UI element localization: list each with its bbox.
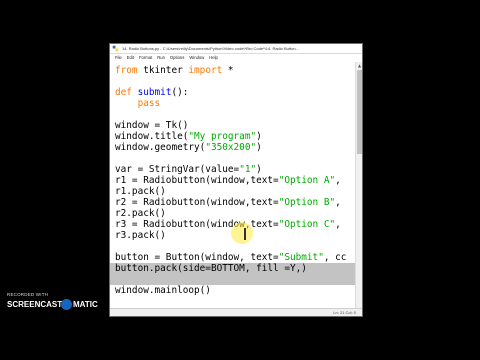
code-line[interactable]: window.title("My program")	[115, 131, 262, 142]
python-file-icon	[112, 45, 119, 52]
vertical-scrollbar[interactable]: ▲	[355, 62, 362, 308]
menu-window[interactable]: Window	[189, 55, 204, 60]
code-token: window.title(	[115, 131, 189, 142]
code-token: "Option A"	[278, 175, 336, 186]
watermark-recorded-text: RECORDED WITH	[7, 292, 49, 297]
code-token: r1.pack()	[115, 186, 166, 197]
code-line[interactable]: window.mainloop()	[115, 285, 211, 296]
code-token: def	[115, 87, 132, 98]
status-bar: Ln: 21 Col: 0	[110, 308, 362, 316]
code-line[interactable]: button = Button(window, text="Submit", c…	[115, 252, 346, 263]
code-token: window.mainloop()	[115, 285, 211, 296]
watermark-logo-icon	[61, 299, 72, 310]
code-token: r2 = Radiobutton(window,text=	[115, 197, 279, 208]
code-line[interactable]: button.pack(side=BOTTOM, fill =Y,)	[115, 263, 307, 274]
code-token: pass	[137, 98, 161, 109]
code-token: *	[222, 65, 234, 76]
code-token: ,	[335, 219, 341, 230]
code-line[interactable]: def submit():	[115, 87, 188, 98]
code-token: r2.pack()	[115, 208, 166, 219]
code-line[interactable]: window = Tk()	[115, 120, 188, 131]
text-cursor-icon	[244, 228, 246, 240]
watermark-brand-left: SCREENCAST	[7, 300, 63, 309]
code-token: "1"	[239, 164, 257, 175]
code-token: r3.pack()	[115, 230, 166, 241]
code-line[interactable]: r1.pack()	[115, 186, 166, 197]
code-line[interactable]: r2 = Radiobutton(window,text="Option B",	[115, 197, 341, 208]
code-token: )	[256, 142, 262, 153]
code-line[interactable]: r3 = Radiobutton(window,text="Option C",	[115, 219, 341, 230]
code-token: ,	[335, 175, 341, 186]
code-token: , cc	[323, 252, 347, 263]
code-token: import	[188, 65, 223, 76]
menu-edit[interactable]: Edit	[127, 55, 134, 60]
code-token: ():	[171, 87, 189, 98]
screencast-watermark: RECORDED WITH SCREENCAST MATIC	[5, 292, 105, 316]
code-token: "Option C"	[278, 219, 336, 230]
scroll-up-icon[interactable]: ▲	[357, 63, 362, 68]
code-token: r1 = Radiobutton(window,text=	[115, 175, 279, 186]
idle-editor-window: 14. Radio Buttons.py - C:\Users\reilly\D…	[110, 44, 362, 316]
code-token: "My program"	[188, 131, 257, 142]
code-token: from	[115, 65, 138, 76]
code-line[interactable]: r1 = Radiobutton(window,text="Option A",	[115, 175, 341, 186]
code-token: )	[256, 164, 262, 175]
code-token: "350x200"	[205, 142, 257, 153]
code-line[interactable]: window.geometry("350x200")	[115, 142, 262, 153]
code-editor[interactable]: from tkinter import * def submit(): pass w…	[110, 62, 355, 308]
title-bar: 14. Radio Buttons.py - C:\Users\reilly\D…	[110, 44, 362, 54]
scroll-thumb[interactable]	[357, 70, 362, 154]
code-line[interactable]: r3.pack()	[115, 230, 166, 241]
code-token: var = StringVar(value=	[115, 164, 240, 175]
code-token: button.pack(side=BOTTOM, fill =Y,)	[115, 263, 307, 274]
code-token: r3 = Radiobutton(window,text=	[115, 219, 279, 230]
code-line[interactable]: r2.pack()	[115, 208, 166, 219]
code-token: "Submit"	[278, 252, 324, 263]
code-token: "Option B"	[278, 197, 336, 208]
menu-help[interactable]: Help	[209, 55, 218, 60]
menu-options[interactable]: Options	[170, 55, 184, 60]
code-token: window = Tk()	[115, 120, 189, 131]
code-token: window.geometry(	[115, 142, 206, 153]
code-token: ,	[335, 197, 341, 208]
code-line[interactable]: var = StringVar(value="1")	[115, 164, 262, 175]
cursor-position: Ln: 21 Col: 0	[333, 310, 356, 315]
menu-run[interactable]: Run	[157, 55, 165, 60]
mouse-highlight	[231, 222, 253, 244]
watermark-brand-right: MATIC	[73, 300, 98, 309]
menu-bar: File Edit Format Run Options Window Help	[110, 54, 362, 61]
code-token: submit	[137, 87, 172, 98]
code-token: )	[256, 131, 262, 142]
window-title: 14. Radio Buttons.py - C:\Users\reilly\D…	[122, 46, 299, 51]
code-token: button = Button(window, text=	[115, 252, 279, 263]
menu-format[interactable]: Format	[139, 55, 152, 60]
menu-file[interactable]: File	[115, 55, 122, 60]
code-token: tkinter	[137, 65, 189, 76]
code-line[interactable]: pass	[115, 98, 161, 109]
code-line[interactable]: from tkinter import *	[115, 65, 234, 76]
